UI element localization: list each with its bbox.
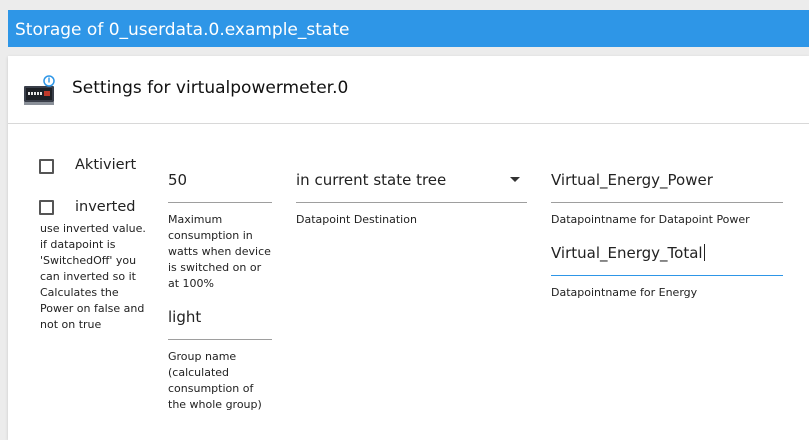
group-name-input[interactable]: light [168,308,201,326]
storage-title-bar: Storage of 0_userdata.0.example_state [8,10,809,47]
datapoint-power-underline [551,202,783,203]
chevron-down-icon[interactable] [510,177,520,182]
text-cursor [703,244,705,261]
datapoint-power-hint: Datapointname for Datapoint Power [551,213,750,226]
settings-panel: Settings for virtualpowermeter.0 Aktivie… [8,56,809,440]
aktiviert-checkbox-row[interactable]: Aktiviert [39,157,136,174]
max-consumption-hint: Maximum consumption in watts when device… [168,213,271,290]
inverted-label: inverted [75,199,136,215]
max-consumption-underline [168,202,272,203]
group-name-hint: Group name (calculated consumption of th… [168,350,262,411]
storage-title: Storage of 0_userdata.0.example_state [15,20,350,40]
datapoint-energy-input[interactable]: Virtual_Energy_Total [551,244,705,262]
group-name-underline [168,339,272,340]
datapoint-power-input[interactable]: Virtual_Energy_Power [551,171,713,189]
datapoint-energy-underline [551,275,783,276]
virtual-power-meter-logo-icon [24,75,55,105]
inverted-checkbox-row[interactable]: inverted [39,199,136,215]
panel-title: Settings for virtualpowermeter.0 [72,78,349,98]
datapoint-destination-hint: Datapoint Destination [296,213,417,226]
datapoint-energy-hint: Datapointname for Energy [551,286,698,299]
inverted-helper-text: use inverted value. if datapoint is 'Swi… [40,222,146,331]
panel-header: Settings for virtualpowermeter.0 [8,56,809,124]
datapoint-destination-underline [296,202,527,203]
aktiviert-label: Aktiviert [75,157,137,173]
max-consumption-input[interactable]: 50 [168,171,187,189]
aktiviert-checkbox[interactable] [39,159,54,174]
datapoint-destination-value[interactable]: in current state tree [296,171,446,189]
inverted-checkbox[interactable] [39,200,54,215]
